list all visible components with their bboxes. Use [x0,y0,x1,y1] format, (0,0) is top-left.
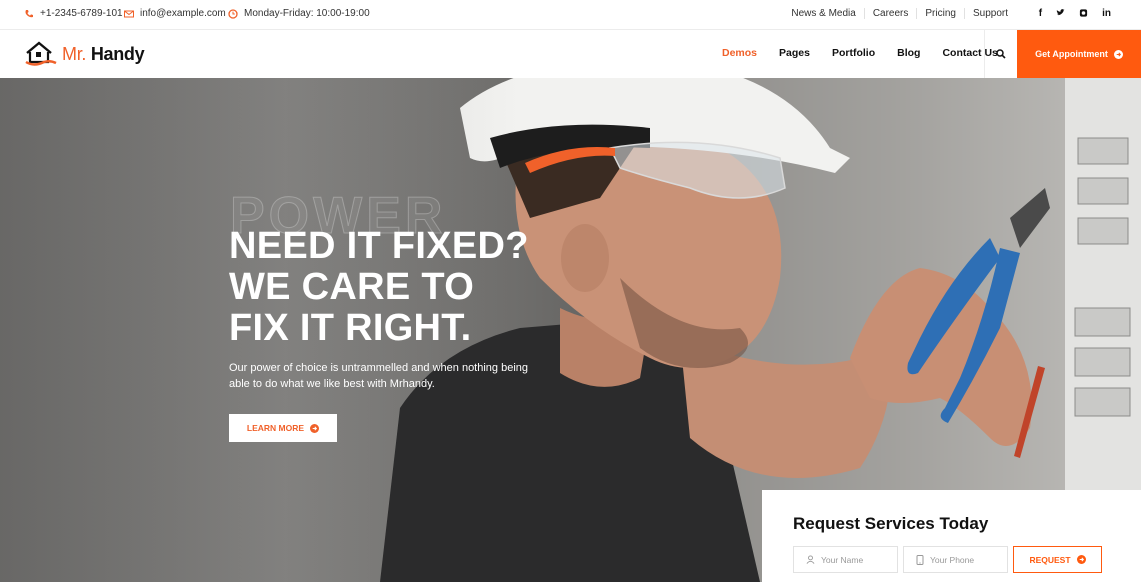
name-field[interactable]: Your Name [793,546,898,573]
linkedin-icon[interactable]: in [1102,8,1111,19]
site-logo[interactable]: Mr. Handy [24,40,145,68]
link-careers[interactable]: Careers [863,8,917,19]
nav-blog[interactable]: Blog [897,47,920,59]
request-title: Request Services Today [793,514,989,533]
phone-placeholder: Your Phone [930,554,975,565]
nav-portfolio[interactable]: Portfolio [832,47,875,59]
request-label: REQUEST [1029,554,1071,565]
link-support[interactable]: Support [963,8,1016,19]
main-header: Mr. Handy Demos Pages Portfolio Blog Con… [0,30,1141,78]
hours-text: Monday-Friday: 10:00-19:00 [244,8,370,19]
learn-more-button[interactable]: LEARN MORE [229,414,337,442]
email-text: info@example.com [140,8,226,19]
email-icon [124,10,134,17]
phone-info[interactable]: +1-2345-6789-101 [24,8,123,19]
search-icon [996,49,1006,59]
nav-demos[interactable]: Demos [722,47,757,59]
logo-text: Mr. Handy [62,43,145,64]
top-bar: +1-2345-6789-101 info@example.com Monday… [0,0,1141,30]
headline-line-1: NEED IT FIXED? [229,225,529,267]
email-info[interactable]: info@example.com [124,8,226,19]
hero-headline: NEED IT FIXED? WE CARE TO FIX IT RIGHT. [229,226,559,349]
request-button[interactable]: REQUEST [1013,546,1102,573]
twitter-icon[interactable] [1056,8,1065,18]
clock-icon [228,8,238,19]
search-button[interactable] [984,30,1017,78]
phone-text: +1-2345-6789-101 [40,8,123,19]
instagram-icon[interactable] [1079,8,1088,18]
hours-info: Monday-Friday: 10:00-19:00 [228,8,370,19]
main-nav: Demos Pages Portfolio Blog Contact Us [722,47,998,59]
arrow-circle-icon [310,423,320,433]
learn-more-label: LEARN MORE [246,423,305,433]
user-icon [806,555,815,564]
social-links: f in [1039,8,1111,19]
cta-label: Get Appointment [1035,49,1108,59]
nav-pages[interactable]: Pages [779,47,810,59]
link-news-media[interactable]: News & Media [783,8,863,19]
request-services-panel: Request Services Today Your Name Your Ph… [762,490,1141,582]
headline-line-2: WE CARE TO [229,266,475,308]
headline-line-3: FIX IT RIGHT. [229,307,472,349]
utility-links: News & Media Careers Pricing Support [783,8,1016,19]
phone-field[interactable]: Your Phone [903,546,1008,573]
arrow-circle-icon [1076,555,1086,564]
phone-icon [25,9,33,17]
link-pricing[interactable]: Pricing [916,8,964,19]
house-logo-icon [25,41,57,66]
arrow-circle-icon [1113,49,1123,59]
name-placeholder: Your Name [821,554,864,565]
facebook-icon[interactable]: f [1039,8,1042,19]
get-appointment-button[interactable]: Get Appointment [1017,30,1141,78]
mobile-icon [916,554,924,565]
hero-subtext: Our power of choice is untrammelled and … [229,362,529,390]
